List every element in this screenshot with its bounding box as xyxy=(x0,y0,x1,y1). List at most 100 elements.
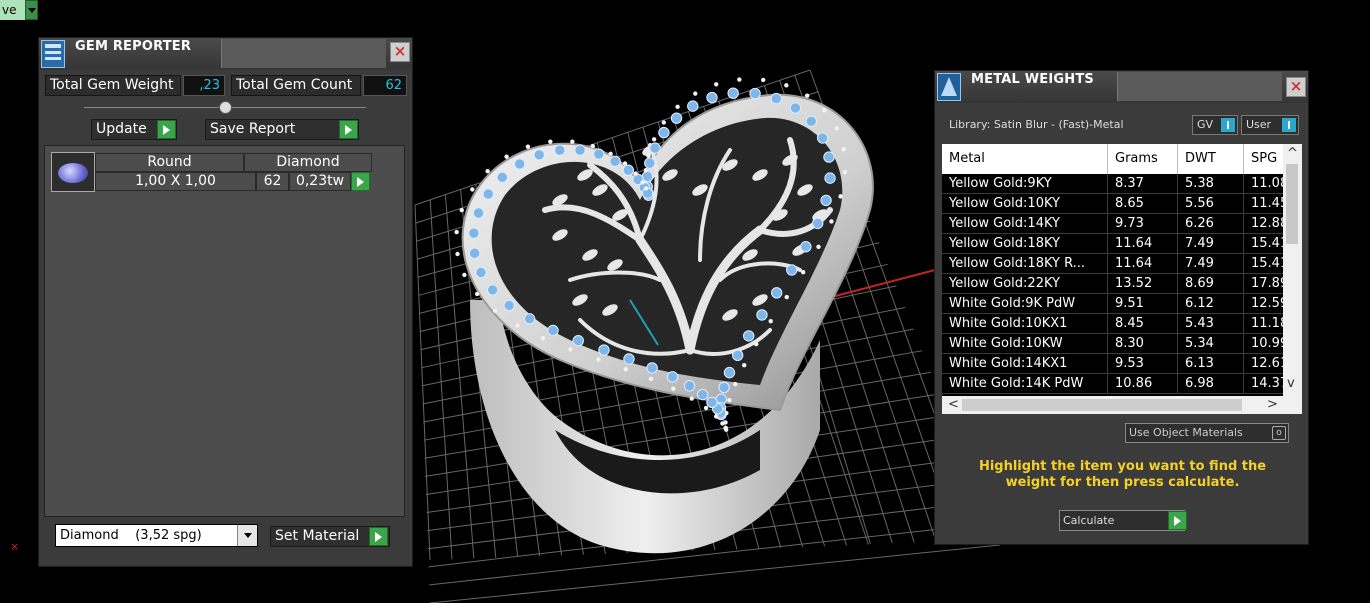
table-row[interactable]: Yellow Gold:9KY 8.37 5.38 11.08 xyxy=(942,174,1302,194)
table-row[interactable]: Yellow Gold:18KY R... 11.64 7.49 15.41 xyxy=(942,254,1302,274)
table-cell: 8.45 xyxy=(1108,314,1178,334)
chevron-down-icon[interactable] xyxy=(237,525,257,546)
gv-toggle-label: GV xyxy=(1197,118,1214,131)
prong xyxy=(623,367,628,372)
material-select[interactable]: Diamond (3,52 spg) xyxy=(55,524,258,547)
calculate-button[interactable]: Calculate xyxy=(1059,510,1185,531)
vertical-scroll-thumb[interactable] xyxy=(1286,164,1298,244)
library-label: Library: Satin Blur - (Fast)-Metal xyxy=(949,118,1124,131)
save-report-play-icon[interactable] xyxy=(339,120,358,139)
prong xyxy=(784,294,789,300)
table-row[interactable]: Yellow Gold:14KY 9.73 6.26 12.88 xyxy=(942,214,1302,234)
splitter-handle[interactable] xyxy=(219,101,232,114)
calculate-play-icon[interactable] xyxy=(1168,511,1187,530)
scroll-left-icon[interactable]: < xyxy=(948,397,959,413)
use-object-materials-toggle[interactable]: Use Object Materials o xyxy=(1125,423,1289,443)
scroll-up-icon[interactable]: ^ xyxy=(1287,146,1298,162)
gem-stone xyxy=(523,313,536,325)
prong xyxy=(596,357,601,362)
gem-stone xyxy=(658,126,670,139)
gem-stone xyxy=(598,344,610,356)
gem-stone xyxy=(622,164,635,176)
gem-stone xyxy=(805,115,817,128)
table-row[interactable]: White Gold:10KX1 8.45 5.43 11.18 xyxy=(942,314,1302,334)
gem-stone xyxy=(482,188,494,200)
table-cell: 8.65 xyxy=(1108,194,1178,214)
gem-stone xyxy=(820,194,832,207)
total-gem-count-value: 62 xyxy=(363,75,407,96)
table-cell: 5.38 xyxy=(1178,174,1244,194)
table-row[interactable]: White Gold:10KW 8.30 5.34 10.99 xyxy=(942,334,1302,354)
gem-material: Diamond xyxy=(244,153,372,172)
table-cell: 7.49 xyxy=(1178,234,1244,254)
prong xyxy=(492,308,498,314)
table-cell: 9.53 xyxy=(1108,354,1178,374)
metal-weights-close-button[interactable]: × xyxy=(1286,77,1306,97)
prong xyxy=(838,194,843,199)
prong xyxy=(768,319,773,324)
table-cell: 6.12 xyxy=(1178,294,1244,314)
total-gem-weight-label: Total Gem Weight xyxy=(45,75,181,96)
table-row[interactable]: White Gold:9K PdW 9.51 6.12 12.59 xyxy=(942,294,1302,314)
gv-toggle[interactable]: GV xyxy=(1192,115,1238,135)
table-row[interactable]: Yellow Gold:18KY 11.64 7.49 15.41 xyxy=(942,234,1302,254)
prong xyxy=(590,143,596,149)
update-play-icon[interactable] xyxy=(157,120,176,139)
toggle-indicator-icon xyxy=(1282,118,1296,132)
horizontal-scroll-thumb[interactable] xyxy=(962,399,1242,411)
gem-stone xyxy=(641,170,654,183)
scroll-down-icon[interactable]: v xyxy=(1287,376,1295,392)
scroll-right-icon[interactable]: > xyxy=(1267,397,1278,413)
gem-stone xyxy=(513,158,526,170)
prong xyxy=(822,108,827,113)
update-button-label: Update xyxy=(96,121,147,137)
table-row[interactable]: Yellow Gold:10KY 8.65 5.56 11.45 xyxy=(942,194,1302,214)
gem-reporter-titlebar[interactable]: GEM REPORTER × xyxy=(39,38,412,70)
gem-reporter-close-button[interactable]: × xyxy=(390,42,410,62)
gem-stone xyxy=(811,217,824,230)
horizontal-scrollbar[interactable]: < > xyxy=(942,396,1302,414)
table-row[interactable]: Yellow Gold:22KY 13.52 8.69 17.89 xyxy=(942,274,1302,294)
gem-shape: Round xyxy=(95,153,244,172)
vertical-scrollbar[interactable]: ^ v xyxy=(1283,144,1302,396)
table-cell: 6.98 xyxy=(1178,374,1244,394)
gem-stone xyxy=(468,247,481,259)
display-mode-dropdown[interactable]: ve xyxy=(0,0,38,20)
gem-stone xyxy=(666,371,679,383)
table-row[interactable]: White Gold:14K PdW 10.86 6.98 14.37 xyxy=(942,374,1302,394)
table-row[interactable]: White Gold:14KX1 9.53 6.13 12.61 xyxy=(942,354,1302,374)
prong xyxy=(816,244,821,250)
prong xyxy=(455,251,460,257)
column-header[interactable]: Grams xyxy=(1108,144,1178,174)
prong xyxy=(804,93,810,98)
gem-stone xyxy=(572,334,584,347)
gem-stone xyxy=(770,92,783,105)
save-report-button[interactable]: Save Report xyxy=(205,119,359,140)
ring-model[interactable] xyxy=(454,77,874,554)
prong xyxy=(714,82,719,87)
prong xyxy=(643,186,649,191)
gem-weight: 0,23tw xyxy=(289,172,351,191)
table-cell: 6.13 xyxy=(1178,354,1244,374)
table-cell: Yellow Gold:18KY xyxy=(942,234,1108,254)
prong xyxy=(540,335,546,341)
table-cell: White Gold:9K PdW xyxy=(942,294,1108,314)
calculate-button-label: Calculate xyxy=(1063,514,1115,527)
table-cell: 9.73 xyxy=(1108,214,1178,234)
set-material-play-icon[interactable] xyxy=(369,527,388,546)
prong xyxy=(727,398,732,403)
table-cell: 9.51 xyxy=(1108,294,1178,314)
gem-stone xyxy=(649,142,661,154)
prong xyxy=(842,169,848,175)
metal-weights-titlebar[interactable]: METAL WEIGHTS × xyxy=(935,71,1308,103)
user-toggle[interactable]: User xyxy=(1241,115,1299,135)
table-cell: 8.30 xyxy=(1108,334,1178,354)
prong xyxy=(733,381,738,387)
column-header[interactable]: DWT xyxy=(1178,144,1244,174)
prong xyxy=(462,272,467,278)
chevron-down-icon[interactable] xyxy=(25,0,38,20)
column-header[interactable]: Metal xyxy=(942,144,1108,174)
metal-weights-table[interactable]: Metal Grams DWT SPG Yellow Gold:9KY 8.37 5.38… xyxy=(942,144,1302,414)
gem-select-play-icon[interactable] xyxy=(351,172,370,191)
material-select-value: Diamond (3,52 spg) xyxy=(60,528,202,543)
